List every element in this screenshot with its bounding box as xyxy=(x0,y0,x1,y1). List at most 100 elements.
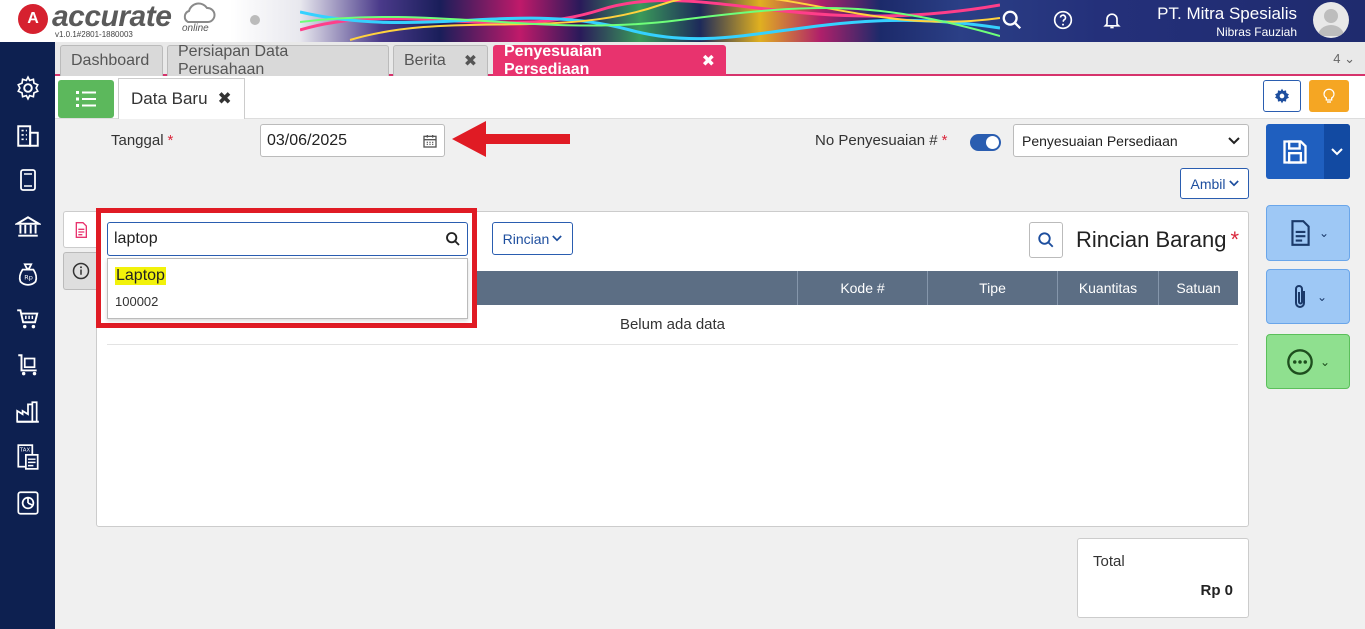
calendar-icon[interactable] xyxy=(422,133,438,149)
select-value: Penyesuaian Persediaan xyxy=(1022,132,1178,149)
save-main[interactable] xyxy=(1266,124,1324,179)
tanggal-label-text: Tanggal xyxy=(111,132,164,149)
chevron-down-icon: ⌄ xyxy=(1344,51,1355,66)
chevron-down-icon xyxy=(1228,136,1240,144)
search-value: laptop xyxy=(114,230,158,247)
tab-bar: Dashboard Persiapan Data Perusahaan Beri… xyxy=(55,42,1365,78)
tanggal-field[interactable]: 03/06/2025 xyxy=(260,124,445,157)
result-item-name: Laptop xyxy=(115,267,166,285)
auto-number-toggle[interactable] xyxy=(970,134,1001,151)
sidebar: Rp TAX xyxy=(0,42,55,629)
svg-text:Rp: Rp xyxy=(24,273,33,281)
avatar[interactable] xyxy=(1313,2,1349,38)
bell-icon[interactable] xyxy=(1100,8,1124,32)
ambil-label: Ambil xyxy=(1190,175,1226,192)
cloud-icon xyxy=(183,2,216,23)
tax-icon[interactable]: TAX xyxy=(14,443,42,471)
gear-icon[interactable] xyxy=(14,74,42,102)
item-search-input[interactable]: laptop xyxy=(107,222,468,256)
tab-persiapan-data[interactable]: Persiapan Data Perusahaan xyxy=(167,43,389,78)
panel-title: Rincian Barang * xyxy=(1076,227,1239,253)
status-dot xyxy=(250,15,260,25)
tab-count-value: 4 xyxy=(1333,51,1341,66)
svg-text:TAX: TAX xyxy=(19,448,31,454)
gear-icon xyxy=(1275,88,1289,104)
settings-button[interactable] xyxy=(1263,80,1301,112)
more-button[interactable]: ⌄ xyxy=(1266,334,1350,389)
header-decoration xyxy=(300,0,1000,41)
building-icon[interactable] xyxy=(14,122,42,150)
chevron-down-icon: ⌄ xyxy=(1318,226,1330,240)
result-item-code: 100002 xyxy=(115,294,159,309)
tanggal-value: 03/06/2025 xyxy=(267,131,348,149)
logo-icon[interactable]: A xyxy=(18,4,48,34)
search-button[interactable] xyxy=(1029,222,1063,258)
panel-title-text: Rincian Barang xyxy=(1076,227,1227,252)
user-name: Nibras Fauziah xyxy=(1216,25,1297,39)
required-mark: * xyxy=(167,132,174,149)
top-bar: A accurate online v1.0.1#2801-1880003 PT… xyxy=(0,0,1365,42)
search-icon[interactable] xyxy=(1000,8,1024,32)
list-item[interactable]: Laptop 100002 xyxy=(108,259,467,318)
no-penyesuaian-label: No Penyesuaian # * xyxy=(815,132,947,149)
column-header-tipe[interactable]: Tipe xyxy=(927,271,1057,305)
column-header-kode[interactable]: Kode # xyxy=(797,271,927,305)
close-icon[interactable]: ✖ xyxy=(702,51,715,71)
book-icon[interactable] xyxy=(14,166,42,194)
tab-count[interactable]: 4 ⌄ xyxy=(1333,51,1355,67)
ambil-button[interactable]: Ambil xyxy=(1180,168,1249,199)
required-mark: * xyxy=(1230,227,1239,252)
company-info[interactable]: PT. Mitra Spesialis Nibras Fauziah xyxy=(1157,4,1297,39)
total-label: Total xyxy=(1093,553,1125,570)
more-icon xyxy=(1287,348,1313,375)
save-button[interactable] xyxy=(1266,124,1350,179)
money-bag-icon[interactable]: Rp xyxy=(14,260,42,288)
logo-subtitle: online xyxy=(182,23,209,34)
tipe-penyesuaian-select[interactable]: Penyesuaian Persediaan xyxy=(1013,124,1249,157)
tab-rincian[interactable] xyxy=(63,211,97,248)
save-dropdown[interactable] xyxy=(1324,124,1350,179)
close-icon[interactable]: ✖ xyxy=(464,51,477,71)
rincian-button[interactable]: Rincian xyxy=(492,222,573,255)
help-icon[interactable] xyxy=(1051,8,1075,32)
tab-berita[interactable]: Berita ✖ xyxy=(393,45,488,76)
report-icon[interactable] xyxy=(14,489,42,517)
cart-icon[interactable] xyxy=(14,305,42,333)
factory-icon[interactable] xyxy=(14,398,42,426)
tab-dashboard[interactable]: Dashboard xyxy=(60,45,163,76)
search-icon[interactable] xyxy=(445,231,461,247)
attachment-button[interactable]: ⌄ xyxy=(1266,269,1350,324)
search-icon xyxy=(1038,232,1054,248)
chevron-down-icon xyxy=(552,235,563,242)
column-label: Satuan xyxy=(1176,280,1221,296)
required-mark: * xyxy=(941,132,948,149)
close-icon[interactable]: ✖ xyxy=(218,89,232,109)
total-value: Rp 0 xyxy=(1200,582,1233,599)
total-box: Total Rp 0 xyxy=(1077,538,1249,618)
column-label: Tipe xyxy=(979,280,1006,296)
tab-label: Berita xyxy=(404,52,446,69)
lightbulb-icon xyxy=(1323,88,1335,103)
paperclip-icon xyxy=(1294,284,1305,308)
tab-label: Dashboard xyxy=(71,52,150,69)
bank-icon[interactable] xyxy=(14,213,42,241)
tab-data-baru[interactable]: Data Baru ✖ xyxy=(118,78,245,119)
column-header-satuan[interactable]: Satuan xyxy=(1158,271,1238,305)
tab-label: Penyesuaian Persediaan xyxy=(504,43,602,78)
rincian-label: Rincian xyxy=(502,230,550,247)
list-button[interactable] xyxy=(58,80,114,118)
logo-text: accurate xyxy=(52,0,172,33)
document-button[interactable]: ⌄ xyxy=(1266,205,1350,261)
empty-message: Belum ada data xyxy=(619,316,726,333)
chevron-down-icon: ⌄ xyxy=(1316,289,1328,304)
chevron-down-icon: ⌄ xyxy=(1319,354,1331,369)
list-icon xyxy=(76,91,96,107)
document-icon xyxy=(1291,220,1310,246)
tab-penyesuaian-persediaan[interactable]: Penyesuaian Persediaan ✖ xyxy=(493,43,726,78)
tanggal-label: Tanggal * xyxy=(111,132,173,149)
cart-box-icon[interactable] xyxy=(14,351,42,379)
column-header-kuantitas[interactable]: Kuantitas xyxy=(1057,271,1158,305)
chevron-down-icon xyxy=(1228,180,1239,187)
tips-button[interactable] xyxy=(1309,80,1349,112)
tab-info[interactable] xyxy=(63,252,97,290)
